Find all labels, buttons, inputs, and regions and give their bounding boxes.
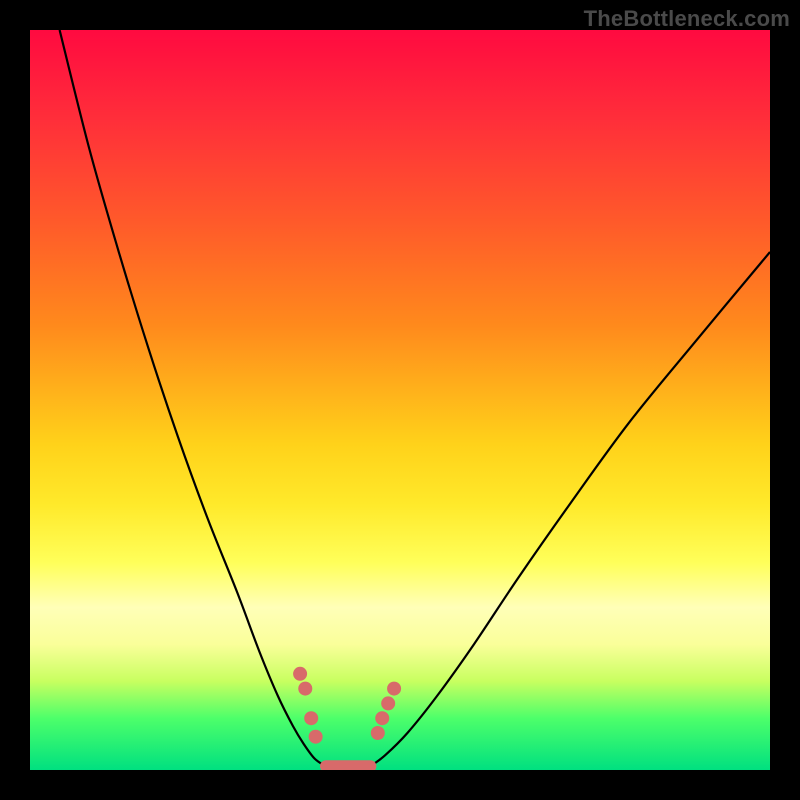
curve-marker — [387, 682, 401, 696]
plot-area — [30, 30, 770, 770]
chart-svg — [30, 30, 770, 770]
curve-marker — [309, 730, 323, 744]
watermark-text: TheBottleneck.com — [584, 6, 790, 32]
curve-marker — [375, 711, 389, 725]
right-curve — [370, 252, 770, 766]
curve-marker — [381, 696, 395, 710]
curve-markers — [293, 667, 401, 744]
chart-frame: TheBottleneck.com — [0, 0, 800, 800]
left-curve — [60, 30, 326, 766]
curve-marker — [304, 711, 318, 725]
curve-marker — [293, 667, 307, 681]
curve-marker — [298, 682, 312, 696]
curve-marker — [371, 726, 385, 740]
